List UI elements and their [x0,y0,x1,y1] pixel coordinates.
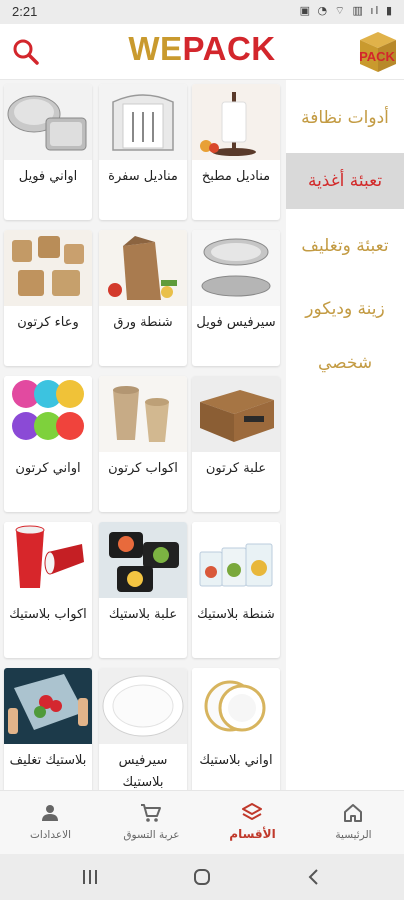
product-label: مناديل مطبخ [201,169,271,184]
product-card[interactable]: بلاستيك تغليف [4,668,92,790]
product-card[interactable]: علبة بلاستيك [99,522,187,658]
category-sidebar: أدوات نظافة تعبئة أغذية تعبئة وتغليف زين… [286,80,404,790]
categories-icon [242,803,262,820]
nav-categories[interactable]: الأقسام [202,791,303,855]
nav-label: الأقسام [229,827,276,841]
product-label: اواني كرتون [15,461,81,476]
foil-serving-tray-image [192,230,280,306]
product-card[interactable]: شنطة ورق [99,230,187,366]
product-label: شنطة بلاستيك [197,607,275,622]
product-label: سيرفيس فويل [196,315,276,330]
product-card[interactable]: علبة كرتون [192,376,280,512]
category-label: تعبئة أغذية [307,171,383,191]
status-icons: ▣ ◔ ⌔ ▥ ıl ▮ [299,4,394,17]
status-time: 2:21 [12,4,38,19]
product-label: اواني بلاستيك [199,753,273,768]
product-card[interactable]: شنطة بلاستيك [192,522,280,658]
product-label: اواني فويل [18,169,78,184]
plastic-food-box-image [99,522,187,598]
colored-plates-image [4,376,92,452]
white-oval-tray-image [99,668,187,744]
product-label: شنطة ورق [113,315,173,330]
zip-bags-image [192,522,280,598]
home-icon [344,804,362,822]
product-card[interactable]: اكواب بلاستيك [4,522,92,658]
product-card[interactable]: مناديل سفرة [99,84,187,220]
app-header: WEPACK PACK [0,24,404,80]
carton-box-image [192,376,280,452]
category-label: زينة وديكور [305,299,385,319]
product-label: سيرفيس بلاستيك [118,753,168,790]
cart-icon [141,804,161,822]
home-button-icon[interactable] [190,865,214,889]
product-label: اكواب بلاستيك [9,607,87,622]
product-card[interactable]: اواني فويل [4,84,92,220]
category-label: تعبئة وتغليف [301,236,389,256]
paper-bag-image [99,230,187,306]
product-label: علبة بلاستيك [108,607,178,622]
product-label: اكواب كرتون [108,461,178,476]
nav-settings[interactable]: الاعدادات [0,791,101,855]
category-item-decor[interactable]: زينة وديكور [286,284,404,334]
category-item-packing-wrapping[interactable]: تعبئة وتغليف [286,210,404,282]
bottom-navigation: الرئيسية الأقسام عربة التسوق الاعدادات [0,790,404,854]
category-label: شخصي [317,353,373,373]
system-navigation-bar [0,854,404,900]
product-label: علبة كرتون [205,461,267,476]
cling-wrap-image [4,668,92,744]
status-bar: 2:21 ▣ ◔ ⌔ ▥ ıl ▮ [0,0,404,24]
foil-trays-image [4,84,92,160]
product-label: بلاستيك تغليف [9,753,87,768]
logo-we-text: WE [128,30,183,67]
product-grid: مناديل مطبخ مناديل سفرة اواني فويل سيرفي… [0,80,286,790]
category-item-cleaning-tools[interactable]: أدوات نظافة [286,84,404,152]
product-label: وعاء كرتون [17,315,79,330]
product-card[interactable]: مناديل مطبخ [192,84,280,220]
nav-label: الاعدادات [29,829,72,841]
product-card[interactable]: سيرفيس فويل [192,230,280,366]
logo-pack-text: PACK [182,30,276,67]
red-plastic-cups-image [4,522,92,598]
back-icon[interactable] [302,865,326,889]
product-card[interactable]: وعاء كرتون [4,230,92,366]
nav-label: الرئيسية [335,829,372,841]
wepack-logo: WEPACK [0,30,404,68]
nav-label: عربة التسوق [123,829,180,841]
pack-box-logo: PACK [356,28,398,74]
category-label: أدوات نظافة [301,108,389,128]
category-item-food-packaging[interactable]: تعبئة أغذية [286,153,404,209]
product-label: مناديل سفرة [108,169,178,184]
paper-towel-holder-image [192,84,280,160]
nav-home[interactable]: الرئيسية [303,791,404,855]
category-item-personal[interactable]: شخصي [286,338,404,388]
napkin-holder-image [99,84,187,160]
nav-cart[interactable]: عربة التسوق [101,791,202,855]
person-icon [42,805,58,821]
paper-cups-image [99,376,187,452]
product-card[interactable]: اكواب كرتون [99,376,187,512]
product-card[interactable]: اواني بلاستيك [192,668,280,790]
recent-apps-icon[interactable] [78,865,102,889]
box-logo-text: PACK [359,49,395,64]
plastic-plates-image [192,668,280,744]
product-card[interactable]: اواني كرتون [4,376,92,512]
kraft-containers-image [4,230,92,306]
product-card[interactable]: سيرفيس بلاستيك [99,668,187,790]
